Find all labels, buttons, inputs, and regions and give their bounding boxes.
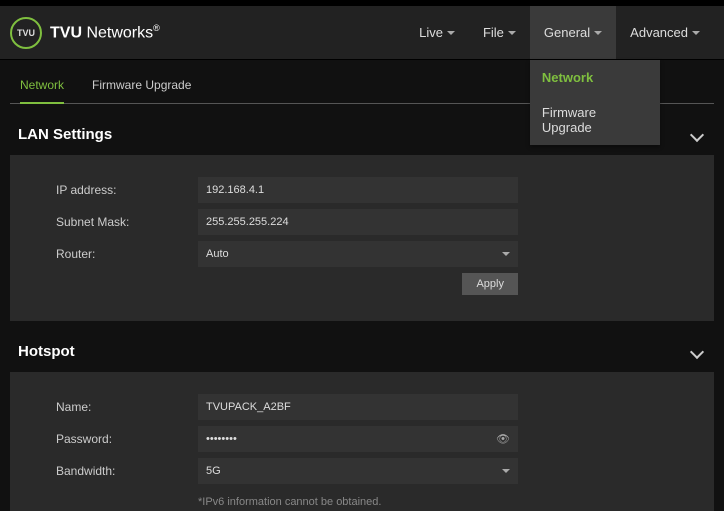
- lan-router-select[interactable]: [198, 241, 518, 267]
- general-dropdown: Network Firmware Upgrade: [530, 60, 660, 145]
- chevron-down-icon: [508, 31, 516, 35]
- hotspot-name-input[interactable]: [198, 394, 518, 420]
- chevron-down-icon: [594, 31, 602, 35]
- lan-router-value[interactable]: [198, 241, 518, 267]
- tab-firmware[interactable]: Firmware Upgrade: [92, 78, 191, 104]
- dropdown-item-firmware[interactable]: Firmware Upgrade: [530, 95, 660, 145]
- lan-ip-label: IP address:: [28, 183, 198, 197]
- brand-name: TVU Networks®: [50, 23, 160, 42]
- tab-network[interactable]: Network: [20, 78, 64, 104]
- chevron-down-icon: [692, 31, 700, 35]
- brand-logo: TVU TVU Networks®: [10, 17, 160, 49]
- nav-live[interactable]: Live: [405, 6, 469, 59]
- nav-file[interactable]: File: [469, 6, 530, 59]
- brand-registered: ®: [153, 23, 160, 33]
- content-area: LAN Settings IP address: Subnet Mask: Ro…: [0, 104, 724, 511]
- chevron-down-icon: [447, 31, 455, 35]
- hotspot-bandwidth-row: Bandwidth:: [28, 458, 696, 484]
- lan-title: LAN Settings: [18, 126, 112, 143]
- brand-badge: TVU: [10, 17, 42, 49]
- hotspot-name-row: Name:: [28, 394, 696, 420]
- lan-subnet-label: Subnet Mask:: [28, 215, 198, 229]
- hotspot-name-label: Name:: [28, 400, 198, 414]
- top-nav: Live File General Network Firmware Upgra…: [405, 6, 714, 59]
- lan-subnet-input[interactable]: [198, 209, 518, 235]
- hotspot-bandwidth-value[interactable]: [198, 458, 518, 484]
- brand-name-rest: Networks: [82, 24, 153, 41]
- hotspot-note: *IPv6 information cannot be obtained.: [198, 496, 381, 508]
- hotspot-password-row: Password: 👁: [28, 426, 696, 452]
- chevron-down-icon: [690, 127, 704, 141]
- lan-ip-input[interactable]: [198, 177, 518, 203]
- hotspot-password-input[interactable]: [198, 426, 518, 452]
- lan-subnet-row: Subnet Mask:: [28, 209, 696, 235]
- hotspot-note-row: *IPv6 information cannot be obtained.: [28, 490, 696, 508]
- dropdown-item-network[interactable]: Network: [530, 60, 660, 95]
- brand-name-bold: TVU: [50, 24, 82, 41]
- header-bar: TVU TVU Networks® Live File General Netw…: [0, 6, 724, 60]
- hotspot-panel: Name: Password: 👁 Bandwidth: *IPv6 infor…: [10, 372, 714, 511]
- nav-advanced-label: Advanced: [630, 25, 688, 40]
- hotspot-password-wrap: 👁: [198, 426, 518, 452]
- lan-apply-row: Apply: [28, 273, 696, 295]
- lan-router-row: Router:: [28, 241, 696, 267]
- hotspot-bandwidth-label: Bandwidth:: [28, 464, 198, 478]
- hotspot-title: Hotspot: [18, 343, 75, 360]
- hotspot-bandwidth-select[interactable]: [198, 458, 518, 484]
- hotspot-section-header[interactable]: Hotspot: [10, 321, 714, 372]
- lan-ip-row: IP address:: [28, 177, 696, 203]
- nav-live-label: Live: [419, 25, 443, 40]
- lan-router-label: Router:: [28, 247, 198, 261]
- nav-general-label: General: [544, 25, 590, 40]
- chevron-down-icon: [690, 344, 704, 358]
- lan-apply-button[interactable]: Apply: [462, 273, 518, 295]
- nav-advanced[interactable]: Advanced: [616, 6, 714, 59]
- lan-panel: IP address: Subnet Mask: Router: Apply: [10, 155, 714, 321]
- nav-general[interactable]: General Network Firmware Upgrade: [530, 6, 616, 59]
- hotspot-password-label: Password:: [28, 432, 198, 446]
- nav-file-label: File: [483, 25, 504, 40]
